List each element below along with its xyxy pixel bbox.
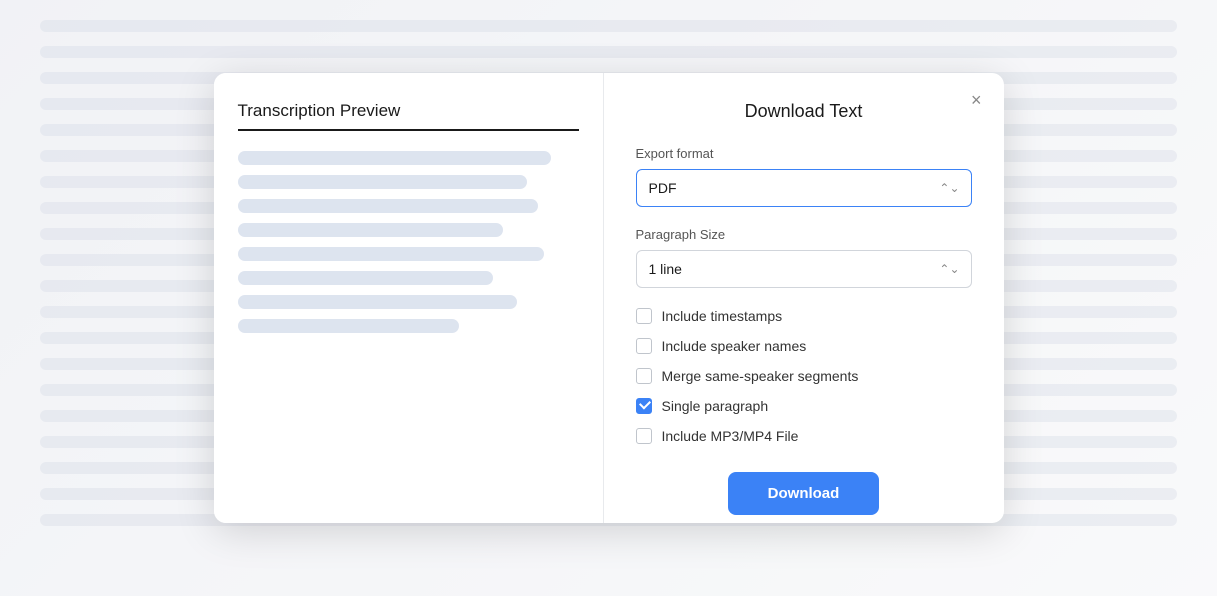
paragraph-size-wrapper: 1 line 2 lines 3 lines 4 lines ⌃⌄ (636, 250, 972, 288)
preview-line (238, 247, 545, 261)
panel-title: Download Text (636, 101, 972, 122)
preview-line (238, 151, 552, 165)
preview-line (238, 295, 518, 309)
checkbox-row-cb-timestamps[interactable]: Include timestamps (636, 308, 972, 324)
cb-speaker-names-checkbox[interactable] (636, 338, 652, 354)
paragraph-size-select[interactable]: 1 line 2 lines 3 lines 4 lines (636, 250, 972, 288)
preview-line (238, 199, 538, 213)
preview-title: Transcription Preview (238, 101, 579, 131)
preview-line (238, 319, 460, 333)
checkbox-row-cb-merge-speaker[interactable]: Merge same-speaker segments (636, 368, 972, 384)
cb-include-mp3-label: Include MP3/MP4 File (662, 428, 799, 444)
preview-panel: Transcription Preview (214, 73, 604, 523)
close-button[interactable]: × (965, 87, 988, 113)
export-format-label: Export format (636, 146, 972, 161)
preview-lines (238, 151, 579, 333)
cb-timestamps-label: Include timestamps (662, 308, 783, 324)
download-button[interactable]: Download (728, 472, 880, 515)
cb-merge-speaker-checkbox[interactable] (636, 368, 652, 384)
checkbox-row-cb-speaker-names[interactable]: Include speaker names (636, 338, 972, 354)
cb-single-paragraph-label: Single paragraph (662, 398, 769, 414)
cb-speaker-names-label: Include speaker names (662, 338, 807, 354)
checkbox-row-cb-include-mp3[interactable]: Include MP3/MP4 File (636, 428, 972, 444)
checkbox-row-cb-single-paragraph[interactable]: Single paragraph (636, 398, 972, 414)
export-format-select[interactable]: PDF DOCX TXT SRT (636, 169, 972, 207)
preview-line (238, 223, 504, 237)
cb-merge-speaker-label: Merge same-speaker segments (662, 368, 859, 384)
paragraph-size-label: Paragraph Size (636, 227, 972, 242)
cb-include-mp3-checkbox[interactable] (636, 428, 652, 444)
cb-single-paragraph-checkbox[interactable] (636, 398, 652, 414)
preview-line (238, 271, 494, 285)
download-modal: × Transcription Preview Download Text Ex… (214, 73, 1004, 523)
preview-line (238, 175, 528, 189)
options-checkboxes: Include timestamps Include speaker names M… (636, 308, 972, 444)
download-panel: Download Text Export format PDF DOCX TXT… (604, 73, 1004, 523)
cb-timestamps-checkbox[interactable] (636, 308, 652, 324)
export-format-wrapper: PDF DOCX TXT SRT ⌃⌄ (636, 169, 972, 207)
